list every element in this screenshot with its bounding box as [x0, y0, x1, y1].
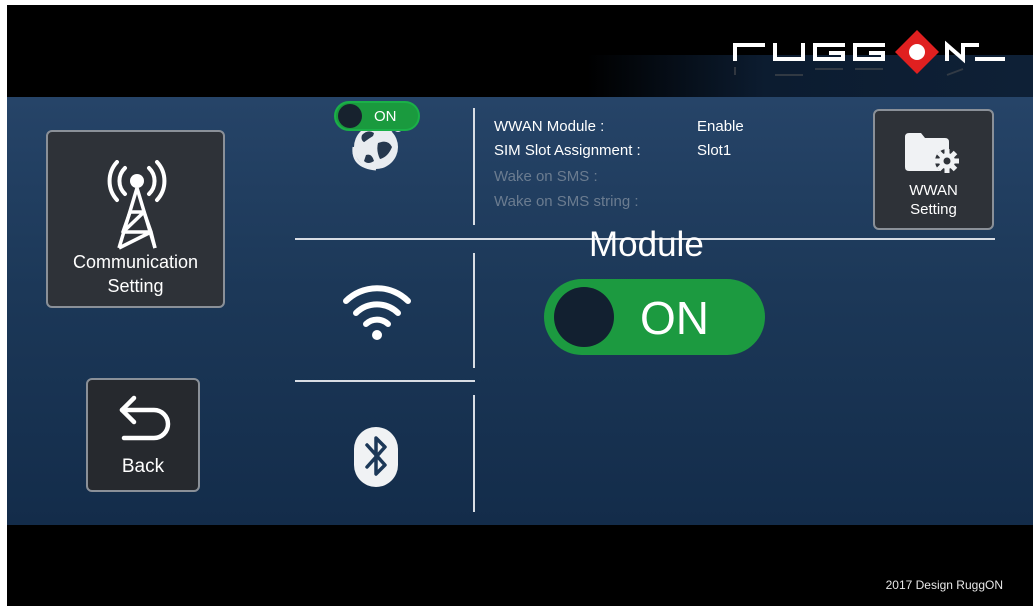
wwan-module-value: Enable: [697, 118, 744, 135]
folder-gear-icon: [905, 133, 959, 173]
wwan-setting-label: WWAN Setting: [875, 181, 992, 219]
antenna-tower-icon: [107, 160, 167, 250]
divider-vertical-wwan: [473, 108, 475, 225]
wwan-setting-label-line1: WWAN: [909, 182, 958, 199]
wake-on-sms-label: Wake on SMS :: [494, 168, 598, 185]
communication-setting-label: Communication Setting: [48, 250, 223, 298]
app-screen: Communication Setting Back ON WWAN Modul…: [7, 5, 1033, 606]
wwan-toggle[interactable]: ON: [334, 101, 420, 131]
module-toggle-label: ON: [640, 292, 709, 344]
sim-slot-label: SIM Slot Assignment :: [494, 142, 641, 159]
wwan-toggle-label: ON: [374, 108, 397, 125]
wwan-toggle-knob: [338, 104, 362, 128]
back-button[interactable]: Back: [86, 378, 200, 492]
communication-setting-button[interactable]: Communication Setting: [46, 130, 225, 308]
module-toggle-knob: [554, 287, 614, 347]
divider-vertical-wifi: [473, 253, 475, 368]
communication-label-line1: Communication: [72, 252, 199, 272]
copyright-text: 2017 Design RuggON: [885, 578, 1003, 592]
top-bar: [7, 5, 1033, 97]
wwan-module-label: WWAN Module :: [494, 118, 605, 135]
back-arrow-icon: [119, 395, 171, 441]
bottom-bar: 2017 Design RuggON: [7, 525, 1033, 606]
back-label: Back: [121, 456, 165, 477]
bluetooth-icon[interactable]: [352, 425, 402, 489]
wake-on-sms-string-label: Wake on SMS string :: [494, 193, 639, 210]
communication-label-line2: Setting: [107, 276, 164, 296]
divider-vertical-bt: [473, 395, 475, 512]
wwan-setting-button[interactable]: WWAN Setting: [873, 109, 994, 230]
wifi-icon[interactable]: [340, 281, 414, 343]
wwan-setting-label-line2: Setting: [910, 201, 957, 218]
ruggon-logo: [733, 30, 1005, 76]
sim-slot-value: Slot1: [697, 142, 732, 159]
module-title: Module: [589, 225, 704, 264]
module-toggle[interactable]: ON: [544, 279, 765, 355]
divider-horizontal-mid: [295, 380, 475, 382]
